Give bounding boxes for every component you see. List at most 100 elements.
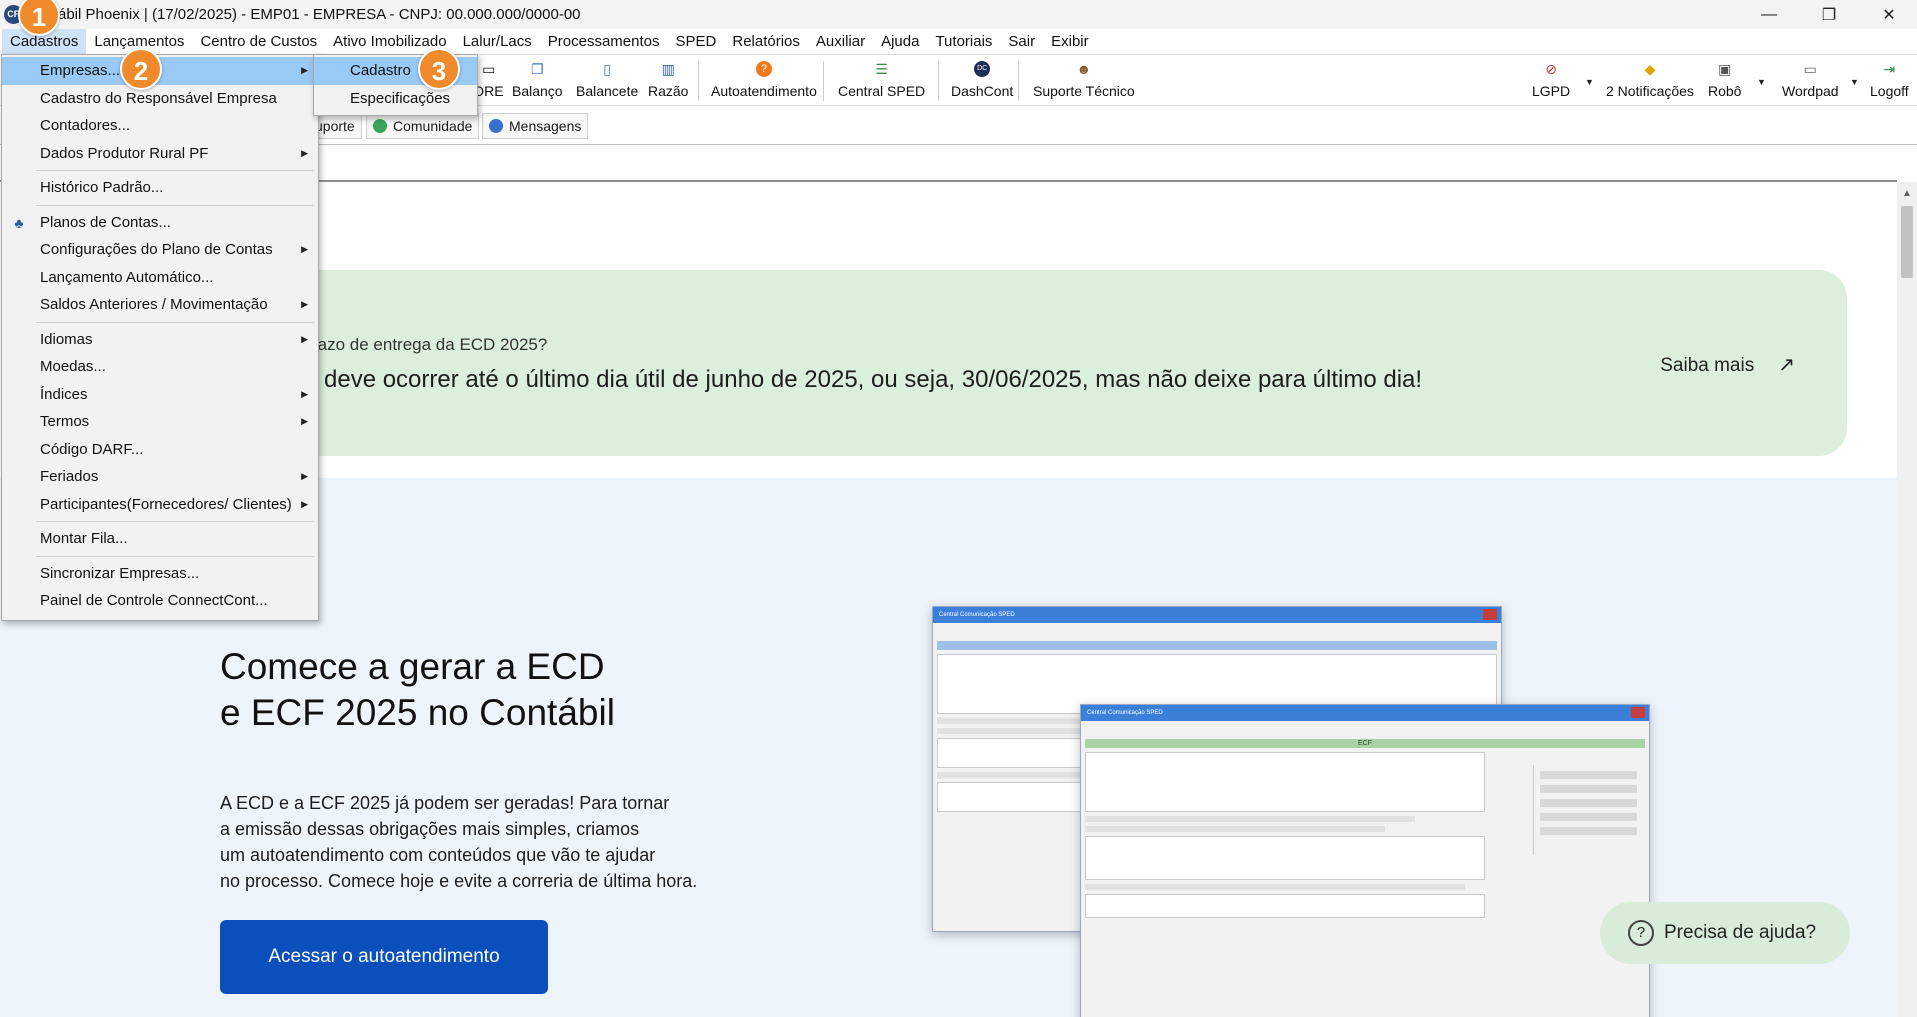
mock-title: Central Comunicação SPED [1087, 710, 1163, 716]
tool-notificacoes[interactable]: ◆ 2 Notificações [1606, 59, 1694, 105]
tool-lgpd-label: LGPD [1532, 83, 1571, 99]
tab-comunidade[interactable]: Comunidade [366, 113, 480, 139]
mock-section-bar [937, 641, 1497, 650]
mock-titlebar: Central Comunicação SPED [1081, 705, 1649, 721]
tool-logoff[interactable]: ⇥ Logoff [1870, 59, 1909, 105]
vertical-scrollbar[interactable]: ▲ [1897, 182, 1917, 1017]
tool-robo-label: Robô [1708, 83, 1742, 99]
menu-item-idiomas[interactable]: Idiomas ▶ [2, 326, 318, 354]
menu-item-codigo-darf[interactable]: Código DARF... [2, 436, 318, 464]
menu-item-participantes[interactable]: Participantes(Fornecedores/ Clientes) ▶ [2, 491, 318, 519]
menu-processamentos[interactable]: Processamentos [540, 29, 668, 54]
menu-item-config-plano-contas[interactable]: Configurações do Plano de Contas ▶ [2, 236, 318, 264]
mock-titlebar: Central Comunicação SPED [933, 607, 1501, 623]
menu-sped[interactable]: SPED [668, 29, 725, 54]
menu-auxiliar[interactable]: Auxiliar [808, 29, 873, 54]
menu-item-label: Idiomas [40, 330, 93, 348]
question-icon: ? [1628, 920, 1654, 946]
menu-item-responsavel-empresa[interactable]: Cadastro do Responsável Empresa [2, 85, 318, 113]
close-button[interactable]: ✕ [1861, 0, 1917, 29]
tool-balanco[interactable]: ❐ Balanço [512, 59, 563, 105]
wordpad-dropdown-caret[interactable]: ▼ [1850, 77, 1859, 87]
menu-item-sincronizar-empresas[interactable]: Sincronizar Empresas... [2, 560, 318, 588]
restore-button[interactable]: ❐ [1801, 0, 1857, 29]
tool-robo[interactable]: ▣ Robô [1708, 59, 1741, 105]
help-chat-button[interactable]: ? Precisa de ajuda? [1600, 902, 1850, 964]
lgpd-dropdown-caret[interactable]: ▼ [1585, 77, 1594, 87]
tab-suporte-label: uporte [315, 118, 355, 134]
mock-ecf-bar: ECF [1085, 739, 1645, 748]
arrow-up-right-icon: ↗ [1778, 354, 1795, 376]
tool-central-sped[interactable]: ☰ Central SPED [838, 59, 925, 105]
menu-item-contadores[interactable]: Contadores... [2, 112, 318, 140]
menu-exibir[interactable]: Exibir [1043, 29, 1097, 54]
minimize-button[interactable]: — [1741, 0, 1797, 29]
menu-separator [36, 521, 314, 522]
menu-separator [36, 204, 314, 206]
tool-wordpad-label: Wordpad [1782, 83, 1839, 99]
menu-relatorios[interactable]: Relatórios [724, 29, 808, 54]
tool-notificacoes-label: 2 Notificações [1606, 83, 1694, 99]
menu-centro-de-custos[interactable]: Centro de Custos [192, 29, 325, 54]
banner-question: razo de entrega da ECD 2025? [312, 335, 548, 354]
mock-title: Central Comunicação SPED [939, 612, 1015, 618]
acessar-autoatendimento-button[interactable]: Acessar o autoatendimento [220, 920, 548, 994]
tool-wordpad[interactable]: ▭ Wordpad [1782, 59, 1839, 105]
menu-item-feriados[interactable]: Feriados ▶ [2, 463, 318, 491]
menu-item-saldos-anteriores[interactable]: Saldos Anteriores / Movimentação ▶ [2, 291, 318, 319]
menu-sair[interactable]: Sair [1000, 29, 1043, 54]
promo-text-line: a emissão dessas obrigações mais simples… [220, 819, 640, 839]
tool-dashcont[interactable]: DC DashCont [951, 59, 1013, 105]
menu-item-lancamento-automatico[interactable]: Lançamento Automático... [2, 264, 318, 292]
menu-item-indices[interactable]: Índices ▶ [2, 381, 318, 409]
promo-title: Comece a gerar a ECD e ECF 2025 no Contá… [220, 644, 615, 736]
menu-separator [36, 321, 314, 323]
menu-item-termos[interactable]: Termos ▶ [2, 408, 318, 436]
tool-logoff-label: Logoff [1870, 83, 1909, 99]
menu-item-painel-connectcont[interactable]: Painel de Controle ConnectCont... [2, 587, 318, 615]
tool-dre-label: DRE [474, 83, 504, 99]
promo-text: A ECD e a ECF 2025 já podem ser geradas!… [220, 790, 820, 894]
tool-dashcont-label: DashCont [951, 83, 1014, 99]
menu-item-planos-de-contas[interactable]: ♣ Planos de Contas... [2, 209, 318, 237]
menu-lalur-lacs[interactable]: Lalur/Lacs [455, 29, 540, 54]
submenu-item-especificacoes[interactable]: Especificações [314, 85, 477, 113]
toolbar-separator [823, 61, 824, 101]
menu-item-moedas[interactable]: Moedas... [2, 353, 318, 381]
menu-item-historico-padrao[interactable]: Histórico Padrão... [2, 174, 318, 202]
tab-mensagens-label: Mensagens [509, 118, 582, 134]
scrollbar-thumb[interactable] [1901, 206, 1913, 278]
menu-item-label: Histórico Padrão... [40, 179, 164, 196]
ecf-screenshot-front: Central Comunicação SPED ECF [1080, 704, 1650, 1017]
menu-item-label: Feriados [40, 468, 99, 485]
banner-answer: deve ocorrer até o último dia útil de ju… [324, 366, 1423, 393]
tool-balancete-label: Balancete [576, 83, 639, 99]
menu-ajuda[interactable]: Ajuda [873, 29, 927, 54]
tool-razao-label: Razão [648, 83, 689, 99]
tool-lgpd[interactable]: ⊘ LGPD [1532, 59, 1570, 105]
tab-mensagens[interactable]: Mensagens [482, 113, 589, 139]
menu-item-produtor-rural[interactable]: Dados Produtor Rural PF ▶ [2, 140, 318, 168]
menu-item-label: Termos [40, 413, 90, 430]
scroll-up-icon[interactable]: ▲ [1902, 188, 1912, 199]
mock-close-icon [1483, 609, 1497, 620]
tool-suporte-tecnico[interactable]: ☻ Suporte Técnico [1033, 59, 1135, 105]
tool-autoatendimento[interactable]: ? Autoatendimento [711, 59, 817, 105]
promo-text-line: um autoatendimento com conteúdos que vão… [220, 845, 656, 865]
menu-tutoriais[interactable]: Tutoriais [927, 29, 1000, 54]
tool-dre[interactable]: ▭ DRE [474, 59, 504, 105]
toolbar-separator [1018, 61, 1019, 101]
robo-dropdown-caret[interactable]: ▼ [1757, 77, 1766, 87]
community-icon [373, 119, 387, 133]
mock-box [1085, 894, 1485, 918]
menu-item-montar-fila[interactable]: Montar Fila... [2, 525, 318, 553]
step-marker-2: 2 [120, 48, 162, 90]
tool-balanco-label: Balanço [512, 83, 563, 99]
tool-razao[interactable]: ▥ Razão [648, 59, 688, 105]
document-icon: ▭ [482, 60, 496, 77]
tree-structure-icon: ♣ [14, 214, 24, 231]
menu-item-label: Lançamento Automático... [40, 268, 214, 286]
submenu-arrow-icon: ▶ [301, 416, 308, 426]
tool-balancete[interactable]: ▯ Balancete [576, 59, 638, 105]
saiba-mais-link[interactable]: Saiba mais ↗ [1660, 352, 1795, 377]
